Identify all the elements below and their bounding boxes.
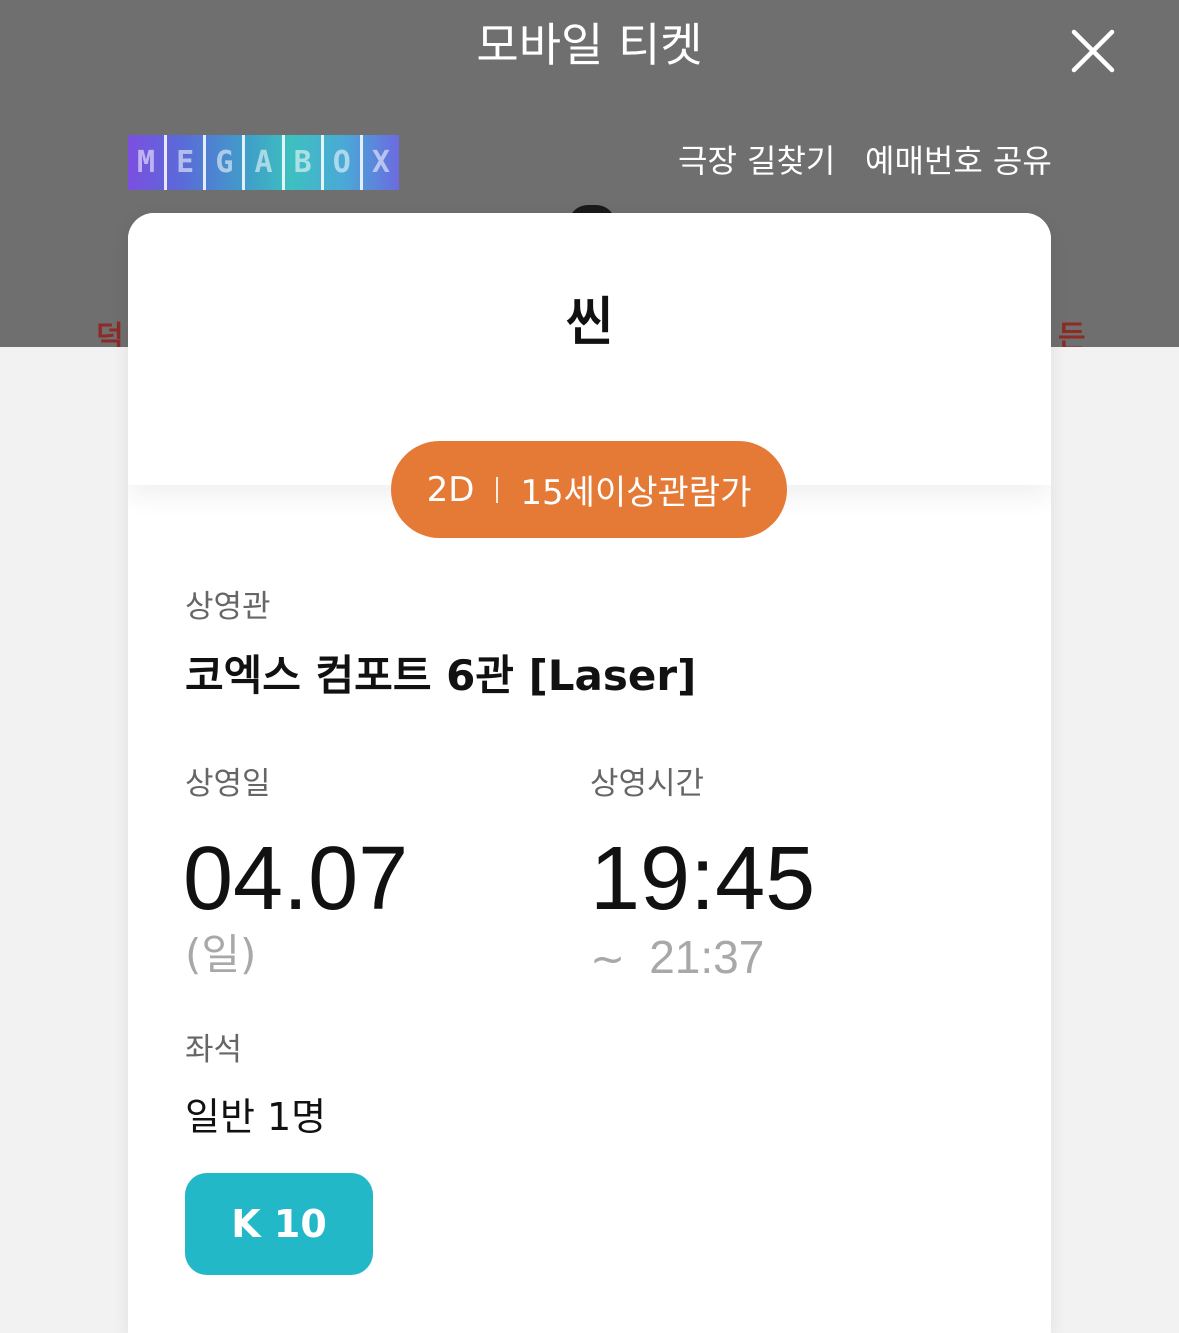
rating-label: 15세이상관람가 bbox=[520, 473, 752, 513]
date-label: 상영일 bbox=[185, 766, 271, 802]
logo-letter: B bbox=[285, 135, 324, 190]
end-time-prefix: ~ bbox=[590, 934, 626, 983]
format-label: 2D bbox=[426, 469, 475, 510]
date-value: 04.07 bbox=[183, 829, 409, 929]
theater-label: 상영관 bbox=[185, 589, 271, 625]
megabox-logo: M E G A B O X bbox=[128, 135, 399, 190]
poster-fragment-left: 덕 bbox=[96, 320, 124, 347]
share-booking-number-link[interactable]: 예매번호 공유 bbox=[865, 140, 1052, 182]
logo-letter: O bbox=[324, 135, 363, 190]
end-time: 21:37 bbox=[649, 931, 765, 983]
logo-letter: M bbox=[128, 135, 168, 190]
badge-divider bbox=[496, 476, 499, 503]
format-rating-badge: 2D 15세이상관람가 bbox=[391, 441, 787, 538]
day-of-week: (일) bbox=[185, 930, 257, 979]
theater-value: 코엑스 컴포트 6관 [Laser] bbox=[185, 651, 697, 700]
logo-letter: E bbox=[167, 135, 207, 190]
end-time-row: ~21:37 bbox=[590, 931, 764, 985]
logo-letter: X bbox=[371, 145, 390, 180]
theater-directions-link[interactable]: 극장 길찾기 bbox=[678, 140, 835, 182]
close-icon bbox=[1071, 29, 1115, 73]
seat-label: 좌석 bbox=[185, 1032, 243, 1068]
close-button[interactable] bbox=[1066, 24, 1120, 78]
seat-number-chip: K 10 bbox=[185, 1173, 373, 1275]
movie-title: 씬 bbox=[565, 293, 614, 353]
start-time: 19:45 bbox=[590, 829, 816, 929]
time-label: 상영시간 bbox=[590, 766, 705, 802]
seat-value: 일반 1명 bbox=[185, 1095, 327, 1139]
poster-fragment-right: 든 bbox=[1058, 320, 1086, 347]
page-title: 모바일 티켓 bbox=[476, 18, 703, 72]
logo-letter: A bbox=[245, 135, 285, 190]
ticket-card: 씬 2D 15세이상관람가 상영관 코엑스 컴포트 6관 [Laser] 상영일… bbox=[128, 213, 1051, 1333]
logo-letter: G bbox=[206, 135, 246, 190]
